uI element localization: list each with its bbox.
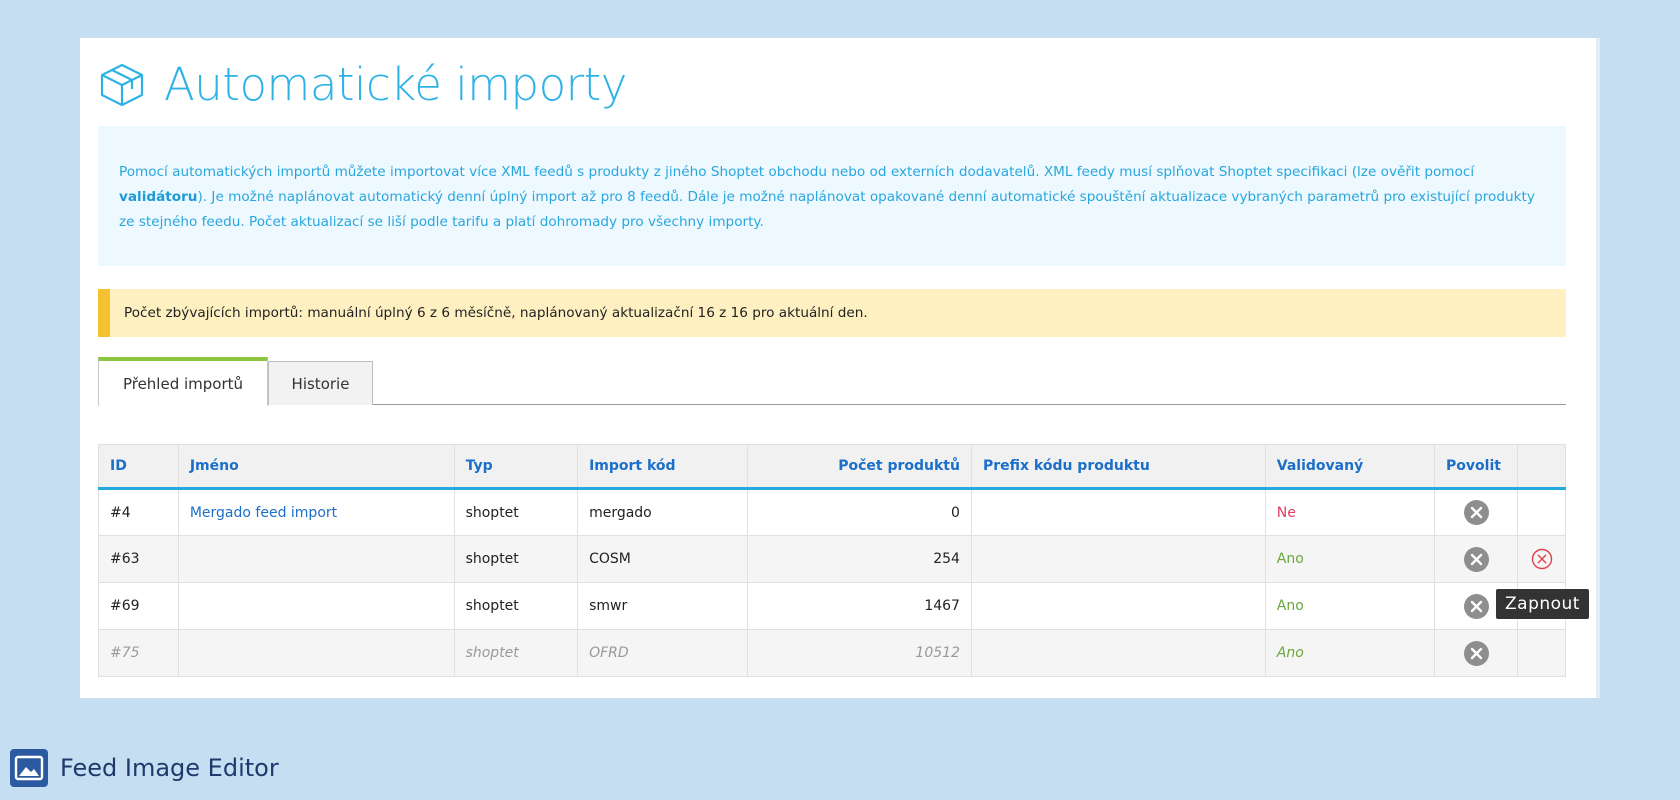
cell-id: #4 (98, 488, 179, 536)
col-header-name[interactable]: Jméno (177, 444, 455, 490)
cell-id: #63 (98, 535, 179, 583)
col-header-import-code[interactable]: Import kód (577, 444, 749, 490)
x-icon (1470, 553, 1482, 565)
validator-link[interactable]: validátoru (119, 189, 197, 205)
cell-actions (1517, 535, 1566, 583)
cell-import-code: OFRD (577, 629, 749, 677)
cell-validated: Ano (1264, 535, 1436, 583)
cell-validated: Ano (1264, 582, 1436, 630)
cell-prefix (970, 629, 1266, 677)
cell-id: #69 (98, 582, 179, 630)
enable-tooltip: Zapnout (1496, 589, 1589, 619)
app-title: Feed Image Editor (60, 754, 279, 782)
remaining-imports-warning: Počet zbývajících importů: manuální úpln… (98, 289, 1566, 337)
x-icon (1470, 506, 1482, 519)
enable-toggle-button[interactable] (1463, 500, 1489, 525)
tab-history[interactable]: Historie (268, 361, 373, 405)
cell-enable (1434, 535, 1518, 583)
image-icon (10, 749, 48, 787)
cell-prefix (970, 582, 1266, 630)
x-icon (1470, 647, 1482, 659)
info-box: Pomocí automatických importů můžete impo… (98, 126, 1566, 266)
package-box-icon (100, 63, 144, 107)
cell-product-count: 1467 (747, 582, 972, 630)
warning-text: Počet zbývajících importů: manuální úpln… (124, 305, 868, 321)
x-icon (1470, 600, 1482, 612)
import-name-link[interactable]: Mergado feed import (177, 488, 455, 536)
page-header: Automatické importy (98, 48, 627, 120)
cell-validated: Ano (1264, 629, 1436, 677)
page-title: Automatické importy (164, 57, 627, 111)
cell-enable (1434, 629, 1518, 677)
tab-import-overview[interactable]: Přehled importů (98, 357, 268, 406)
cell-prefix (970, 535, 1266, 583)
cell-product-count: 0 (747, 488, 972, 536)
cell-actions (1517, 488, 1566, 536)
info-text-before: Pomocí automatických importů můžete impo… (119, 164, 1475, 180)
cell-type: shoptet (453, 629, 579, 677)
cell-name (177, 582, 455, 630)
col-header-product-count[interactable]: Počet produktů (747, 444, 972, 490)
cell-type: shoptet (453, 488, 579, 536)
cell-import-code: smwr (577, 582, 749, 630)
cell-prefix (970, 488, 1266, 536)
enable-toggle-button[interactable] (1463, 546, 1489, 572)
cell-enable (1434, 488, 1518, 536)
enable-toggle-button[interactable] (1463, 593, 1489, 619)
imports-table: ID Jméno Typ Import kód Počet produktů P… (98, 444, 1566, 677)
col-header-enable[interactable]: Povolit (1434, 444, 1518, 490)
main-panel: Automatické importy Pomocí automatických… (80, 38, 1600, 698)
cell-name (177, 629, 455, 677)
delete-circle-x-icon[interactable] (1531, 548, 1553, 570)
cell-type: shoptet (453, 582, 579, 630)
cell-actions (1517, 629, 1566, 677)
cell-product-count: 254 (747, 535, 972, 583)
table-row: #69 shoptet smwr 1467 Ano (98, 582, 1566, 630)
cell-name (177, 535, 455, 583)
col-header-type[interactable]: Typ (453, 444, 579, 490)
col-header-actions (1517, 444, 1566, 490)
col-header-id[interactable]: ID (98, 444, 179, 490)
table-header-row: ID Jméno Typ Import kód Počet produktů P… (98, 444, 1566, 490)
enable-toggle-button[interactable] (1463, 640, 1489, 666)
col-header-product-prefix[interactable]: Prefix kódu produktu (970, 444, 1266, 490)
cell-product-count: 10512 (747, 629, 972, 677)
table-row: #4 Mergado feed import shoptet mergado 0… (98, 488, 1566, 536)
info-text-after: ). Je možné naplánovat automatický denní… (119, 189, 1535, 230)
table-row: #75 shoptet OFRD 10512 Ano (98, 629, 1566, 677)
tab-bar: Přehled importů Historie (98, 357, 1566, 406)
app-footer: Feed Image Editor (10, 748, 279, 788)
cell-type: shoptet (453, 535, 579, 583)
col-header-validated[interactable]: Validovaný (1264, 444, 1436, 490)
cell-id: #75 (98, 629, 179, 677)
table-row: #63 shoptet COSM 254 Ano (98, 535, 1566, 583)
cell-import-code: COSM (577, 535, 749, 583)
cell-validated: Ne (1264, 488, 1436, 536)
cell-import-code: mergado (577, 488, 749, 536)
